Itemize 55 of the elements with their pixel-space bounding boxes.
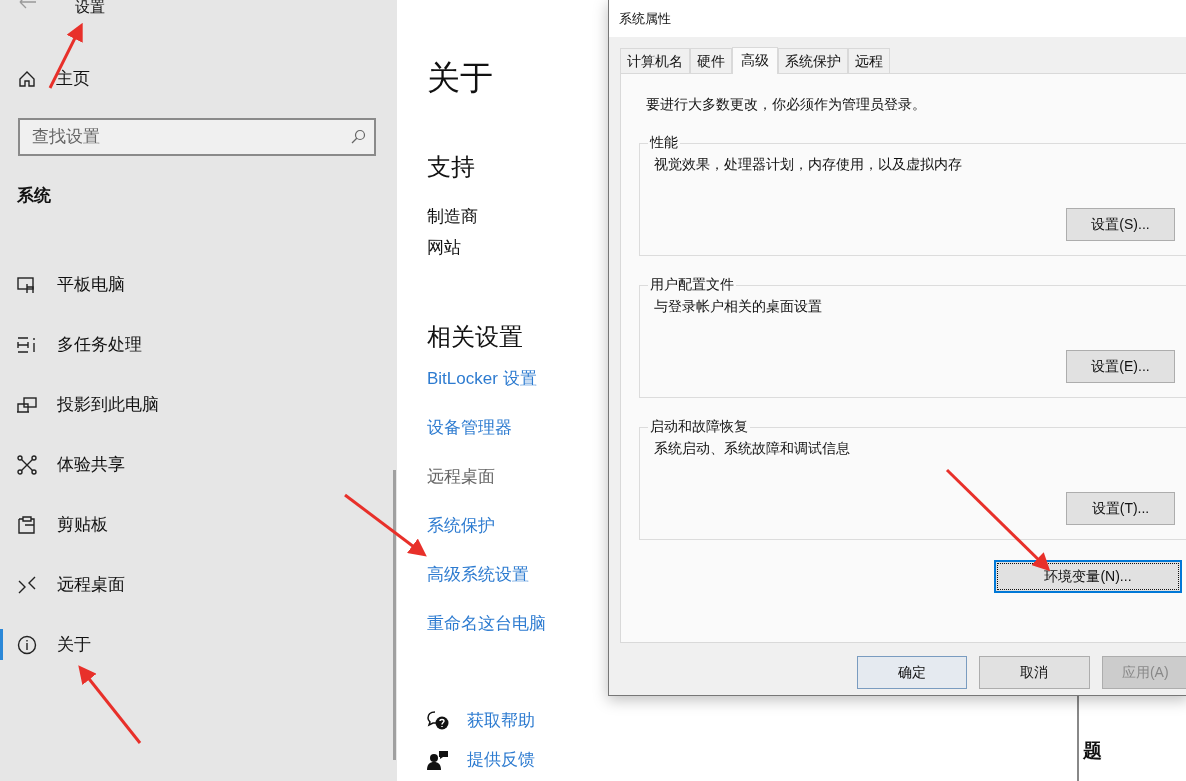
share-icon [17, 454, 37, 475]
environment-variables-button[interactable]: 环境变量(N)... [994, 560, 1182, 593]
tab[interactable]: 高级 [732, 47, 778, 74]
nav-item[interactable]: 剪贴板 [0, 509, 240, 540]
nav-item[interactable]: 投影到此电脑 [0, 389, 240, 420]
tablet-icon [17, 274, 37, 295]
nav-item[interactable]: 远程桌面 [0, 569, 240, 600]
settings-link[interactable]: BitLocker 设置 [427, 367, 537, 390]
home-icon [18, 69, 36, 88]
section-heading: 相关设置 [427, 322, 523, 352]
search-field[interactable]: 查找设置 [18, 118, 376, 156]
settings-button[interactable]: 设置(T)... [1066, 492, 1175, 525]
nav-item[interactable]: 关于 [0, 629, 240, 660]
scrollbar[interactable] [393, 470, 396, 760]
group-description: 视觉效果，处理器计划，内存使用，以及虚拟内存 [654, 156, 963, 174]
help-link[interactable]: 获取帮助 [467, 709, 535, 732]
info-label: 网站 [427, 237, 462, 259]
group-title: 性能 [648, 134, 679, 152]
remote-desktop-icon [17, 574, 37, 595]
settings-button[interactable]: 设置(S)... [1066, 208, 1175, 241]
section-heading: 支持 [427, 152, 475, 182]
clipboard-icon [17, 514, 37, 535]
group-title: 用户配置文件 [649, 276, 735, 294]
dialog-button[interactable]: 取消 [979, 656, 1090, 689]
section-heading: 系统 [17, 185, 52, 207]
window-title: 系统属性 [609, 0, 1186, 37]
nav-item[interactable]: 体验共享 [0, 449, 240, 480]
search-icon [350, 129, 366, 145]
info-label: 制造商 [427, 206, 479, 228]
info-icon [17, 634, 37, 655]
page-title: 关于 [427, 58, 493, 98]
admin-note: 要进行大多数更改，你必须作为管理员登录。 [646, 96, 927, 114]
settings-link[interactable]: 重命名这台电脑 [427, 612, 546, 635]
settings-link[interactable]: 系统保护 [427, 514, 495, 537]
tab[interactable]: 硬件 [690, 48, 732, 73]
nav-item[interactable]: 平板电脑 [0, 269, 240, 300]
app-title: 设置 [75, 0, 105, 17]
tab[interactable]: 计算机名 [620, 48, 690, 73]
tab[interactable]: 系统保护 [778, 48, 848, 73]
settings-button[interactable]: 设置(E)... [1066, 350, 1175, 383]
group-description: 系统启动、系统故障和调试信息 [654, 440, 851, 458]
help-link[interactable]: 提供反馈 [467, 748, 535, 771]
settings-link[interactable]: 高级系统设置 [427, 563, 529, 586]
group-description: 与登录帐户相关的桌面设置 [654, 298, 823, 316]
group-title: 启动和故障恢复 [649, 418, 749, 436]
feedback-person-icon [427, 749, 449, 770]
section-heading: 题 [1083, 739, 1102, 763]
tab[interactable]: 远程 [848, 48, 890, 73]
home-item[interactable]: 主页 [18, 67, 128, 90]
help-chat-icon [427, 710, 449, 731]
dialog-button[interactable]: 确定 [857, 656, 968, 689]
projector-icon [17, 394, 37, 415]
nav-item[interactable]: 多任务处理 [0, 329, 240, 360]
settings-link[interactable]: 设备管理器 [427, 416, 512, 439]
multitask-icon [17, 334, 37, 355]
